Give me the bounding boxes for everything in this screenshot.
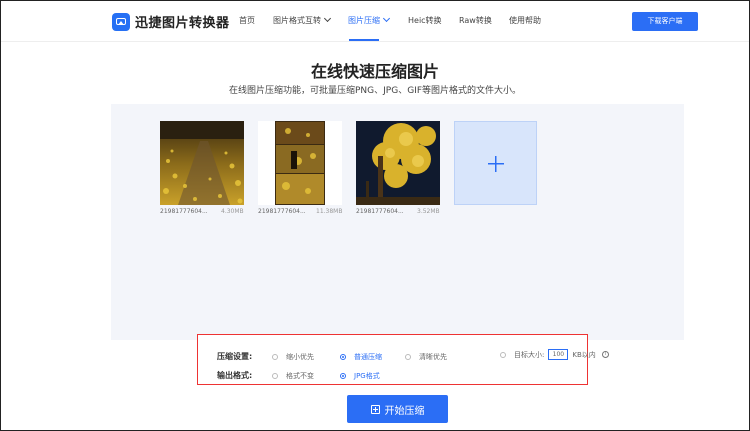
download-client-button[interactable]: 下载客户端 bbox=[632, 12, 698, 31]
option-smaller-first[interactable]: 缩小优先 bbox=[272, 352, 314, 362]
add-image-button[interactable] bbox=[454, 121, 537, 205]
chevron-down-icon bbox=[382, 14, 391, 23]
nav-item-compress[interactable]: 图片压缩 bbox=[348, 14, 391, 26]
ginkgo-path-photo bbox=[160, 121, 244, 205]
chevron-down-icon bbox=[323, 14, 332, 23]
option-label: 普通压缩 bbox=[354, 353, 382, 361]
compress-icon bbox=[370, 404, 380, 414]
nav-item-raw[interactable]: Raw转换 bbox=[459, 15, 492, 26]
app-logo[interactable]: 迅捷图片转换器 bbox=[112, 12, 230, 31]
option-target-size[interactable]: 目标大小: 100 KB以内 i bbox=[500, 349, 609, 360]
nav-item-home[interactable]: 首页 bbox=[239, 15, 255, 26]
compress-settings-label: 压缩设置: bbox=[217, 352, 253, 361]
compression-settings-panel: 压缩设置: 缩小优先 普通压缩 清晰优先 目标大小: 100 KB以内 i 输出… bbox=[197, 334, 609, 385]
app-name: 迅捷图片转换器 bbox=[135, 16, 230, 31]
option-label: 格式不变 bbox=[286, 372, 314, 380]
nav-item-help[interactable]: 使用帮助 bbox=[509, 15, 541, 26]
target-size-input[interactable]: 100 bbox=[548, 349, 569, 360]
option-jpg-format[interactable]: JPG格式 bbox=[340, 371, 380, 381]
header-bar: 迅捷图片转换器 首页 图片格式互转 图片压缩 Heic转换 Raw转换 使用帮助… bbox=[1, 1, 749, 42]
radio-icon[interactable] bbox=[272, 354, 278, 360]
target-size-unit: KB以内 bbox=[572, 350, 596, 359]
file-size: 3.52MB bbox=[417, 208, 440, 215]
file-name: 21981777604... bbox=[160, 208, 208, 215]
radio-icon[interactable] bbox=[405, 354, 411, 360]
output-format-label: 输出格式: bbox=[217, 371, 253, 380]
radio-icon[interactable] bbox=[272, 373, 278, 379]
upload-area[interactable]: 21981777604... 4.30MB 21981777604... 11.… bbox=[111, 104, 684, 340]
file-name: 21981777604... bbox=[356, 208, 404, 215]
image-logo-icon bbox=[112, 12, 130, 31]
page-subtitle: 在线图片压缩功能，可批量压缩PNG、JPG、GIF等图片格式的文件大小。 bbox=[229, 86, 521, 96]
active-tab-indicator bbox=[349, 39, 379, 41]
option-clarity-first[interactable]: 清晰优先 bbox=[405, 352, 447, 362]
option-label: 缩小优先 bbox=[286, 353, 314, 361]
page-title: 在线快速压缩图片 bbox=[310, 62, 439, 81]
file-size: 11.38MB bbox=[316, 208, 343, 215]
file-size: 4.30MB bbox=[221, 208, 244, 215]
image-thumbnail[interactable] bbox=[160, 121, 244, 205]
file-name: 21981777604... bbox=[258, 208, 306, 215]
option-label: 目标大小: bbox=[514, 350, 545, 359]
radio-icon[interactable] bbox=[340, 354, 346, 360]
collage-photo bbox=[258, 121, 342, 205]
option-label: 清晰优先 bbox=[419, 353, 447, 361]
compress-settings-row: 压缩设置: 缩小优先 普通压缩 清晰优先 目标大小: 100 KB以内 i bbox=[198, 347, 609, 363]
start-compress-label: 开始压缩 bbox=[384, 405, 425, 417]
nav-item-label: 图片格式互转 bbox=[273, 16, 321, 25]
info-icon[interactable]: i bbox=[601, 351, 609, 358]
nav-item-format-convert[interactable]: 图片格式互转 bbox=[273, 14, 332, 26]
ginkgo-tree-photo bbox=[356, 121, 440, 205]
output-format-row: 输出格式: 格式不变 JPG格式 bbox=[198, 366, 587, 382]
image-thumbnail[interactable] bbox=[258, 121, 342, 205]
option-normal-compress[interactable]: 普通压缩 bbox=[340, 352, 382, 362]
radio-icon[interactable] bbox=[340, 373, 346, 379]
start-compress-button[interactable]: 开始压缩 bbox=[347, 395, 448, 423]
plus-icon bbox=[488, 156, 504, 172]
nav-item-label: 图片压缩 bbox=[348, 16, 380, 25]
radio-icon[interactable] bbox=[500, 351, 506, 358]
nav-item-heic[interactable]: Heic转换 bbox=[408, 15, 442, 26]
option-label: JPG格式 bbox=[354, 372, 380, 380]
image-thumbnail[interactable] bbox=[356, 121, 440, 205]
option-keep-format[interactable]: 格式不变 bbox=[272, 371, 314, 381]
